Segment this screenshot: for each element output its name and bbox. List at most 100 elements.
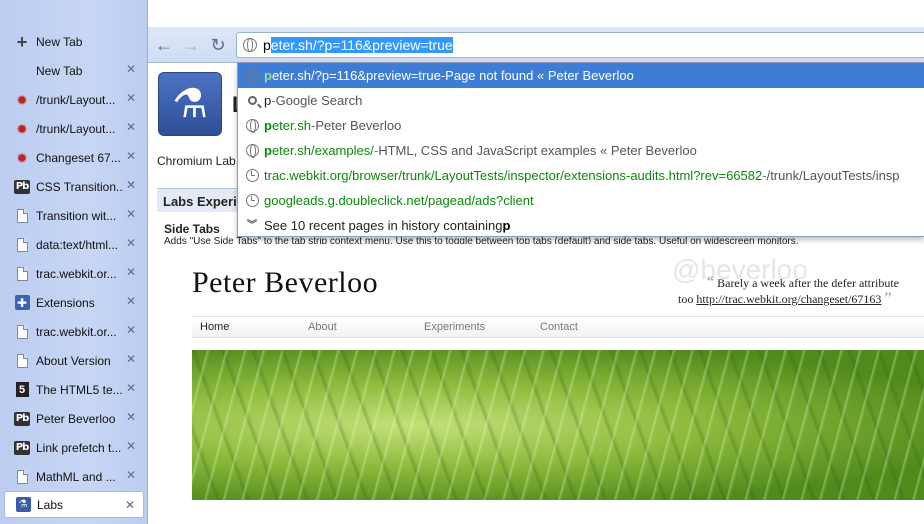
side-tabs-title: Side Tabs <box>164 222 220 236</box>
suggestion-url: peter.sh <box>264 118 311 133</box>
side-tab-label: Link prefetch t... <box>36 440 122 455</box>
suggestion-url: peter.sh/examples/ <box>264 143 374 158</box>
side-tab[interactable]: 5 The HTML5 te... ✕ <box>0 375 148 404</box>
nav-experiments[interactable]: Experiments <box>424 321 485 333</box>
nav-contact[interactable]: Contact <box>540 321 578 333</box>
quote-line-2: too http://trac.webkit.org/changeset/671… <box>678 290 892 308</box>
plus-icon: + <box>16 31 28 52</box>
labs-intro-text: Chromium Lab <box>157 154 236 168</box>
side-tab[interactable]: ✹ Changeset 67... ✕ <box>0 143 148 172</box>
labs-icon: ⚗ <box>15 497 31 512</box>
omnibox[interactable]: peter.sh/?p=116&preview=true <box>236 32 924 58</box>
website-title[interactable]: Peter Beverloo <box>192 266 378 300</box>
back-button[interactable]: ← <box>153 34 175 56</box>
omnibox-suggestions-dropdown: peter.sh/?p=116&preview=true - Page not … <box>237 62 924 237</box>
forward-arrow-icon: → <box>182 35 200 55</box>
close-icon[interactable]: ✕ <box>125 92 137 104</box>
page-icon <box>16 469 28 484</box>
quote-text-1: Barely a week after the defer attribute <box>717 276 900 290</box>
side-tab[interactable]: data:text/html... ✕ <box>0 230 148 259</box>
quote-text-2: too <box>678 292 697 306</box>
pb-favicon-icon: Pb <box>14 411 30 426</box>
close-icon[interactable]: ✕ <box>124 499 136 511</box>
side-tab-label: New Tab <box>36 63 83 78</box>
side-tab[interactable]: trac.webkit.or... ✕ <box>0 259 148 288</box>
side-tab-label: Changeset 67... <box>36 150 121 165</box>
side-tab-label: trac.webkit.or... <box>36 266 117 281</box>
side-tab[interactable]: Pb Link prefetch t... ✕ <box>0 433 148 462</box>
side-tab-label: data:text/html... <box>36 237 119 252</box>
close-icon[interactable]: ✕ <box>125 150 137 162</box>
close-icon[interactable]: ✕ <box>125 295 137 307</box>
bug-icon: ✹ <box>16 120 28 137</box>
side-tab[interactable]: ✚ Extensions ✕ <box>0 288 148 317</box>
suggestion-row[interactable]: trac.webkit.org/browser/trunk/LayoutTest… <box>238 163 924 188</box>
side-tab[interactable]: trac.webkit.or... ✕ <box>0 317 148 346</box>
close-icon[interactable]: ✕ <box>125 121 137 133</box>
side-tab-label: Labs <box>37 497 64 512</box>
side-tab[interactable]: ⚗ Labs ✕ <box>4 491 144 518</box>
side-tab[interactable]: New Tab ✕ <box>0 56 148 85</box>
suggestion-url: p <box>264 93 272 108</box>
website-preview: @beverloo Peter Beverloo “ Barely a week… <box>172 240 924 524</box>
suggestion-row[interactable]: ︾ See 10 recent pages in history containi… <box>238 213 924 238</box>
close-icon[interactable]: ✕ <box>125 382 137 394</box>
close-icon[interactable]: ✕ <box>125 440 137 452</box>
globe-icon <box>245 144 259 158</box>
close-icon[interactable]: ✕ <box>125 353 137 365</box>
extensions-icon: ✚ <box>14 295 30 310</box>
side-tab-label: The HTML5 te... <box>36 382 123 397</box>
history-search-text: See 10 recent pages in history containin… <box>264 218 503 233</box>
suggestion-row[interactable]: googleads.g.doubleclick.net/pagead/ads?c… <box>238 188 924 213</box>
forward-button[interactable]: → <box>180 34 202 56</box>
quote-close-mark: ” <box>884 290 892 307</box>
suggestion-row[interactable]: peter.sh/?p=116&preview=true - Page not … <box>238 63 924 88</box>
close-icon[interactable]: ✕ <box>125 237 137 249</box>
side-tab-label: Peter Beverloo <box>36 411 116 426</box>
html5-icon: 5 <box>15 382 29 397</box>
suggestion-row[interactable]: peter.sh/examples/ - HTML, CSS and JavaS… <box>238 138 924 163</box>
quote-open-mark: “ <box>707 274 715 291</box>
omnibox-text[interactable]: peter.sh/?p=116&preview=true <box>263 37 453 53</box>
close-icon[interactable]: ✕ <box>125 179 137 191</box>
bug-icon: ✹ <box>16 149 28 166</box>
history-clock-icon <box>245 169 259 182</box>
website-nav: Home About Experiments Contact <box>192 316 924 338</box>
suggestion-url: trac.webkit.org/browser/trunk/LayoutTest… <box>264 168 763 183</box>
omnibox-typed-text: p <box>263 37 271 53</box>
tab-list: New Tab ✕ ✹ /trunk/Layout... ✕ ✹ /trunk/Layout… <box>0 56 148 518</box>
side-tab-label: About Version <box>36 353 111 368</box>
reload-button[interactable]: ↻ <box>207 34 229 56</box>
suggestion-row[interactable]: p - Google Search <box>238 88 924 113</box>
labs-flask-icon: ⚗ <box>158 72 222 136</box>
close-icon[interactable]: ✕ <box>125 324 137 336</box>
close-icon[interactable]: ✕ <box>125 411 137 423</box>
side-tab-label: CSS Transition... <box>36 179 124 194</box>
close-icon[interactable]: ✕ <box>125 208 137 220</box>
suggestion-row[interactable]: peter.sh - Peter Beverloo <box>238 113 924 138</box>
side-tab[interactable]: Transition wit... ✕ <box>0 201 148 230</box>
reload-icon: ↻ <box>210 35 226 55</box>
page-icon <box>16 237 28 252</box>
side-tab[interactable]: ✹ /trunk/Layout... ✕ <box>0 85 148 114</box>
side-tab[interactable]: ✹ /trunk/Layout... ✕ <box>0 114 148 143</box>
close-icon[interactable]: ✕ <box>125 266 137 278</box>
close-icon[interactable]: ✕ <box>125 63 137 75</box>
side-tab[interactable]: Pb CSS Transition... ✕ <box>0 172 148 201</box>
quote-link[interactable]: http://trac.webkit.org/changeset/67163 <box>696 292 881 306</box>
globe-icon <box>243 38 257 52</box>
nav-about[interactable]: About <box>308 321 337 333</box>
close-icon[interactable]: ✕ <box>125 469 137 481</box>
search-icon <box>247 96 257 105</box>
side-tab[interactable]: Pb Peter Beverloo ✕ <box>0 404 148 433</box>
pb-favicon-icon: Pb <box>14 179 30 194</box>
nav-home[interactable]: Home <box>200 321 229 333</box>
side-tab[interactable]: MathML and ... ✕ <box>0 462 148 491</box>
side-tab[interactable]: About Version ✕ <box>0 346 148 375</box>
page-icon <box>16 324 28 339</box>
new-tab-button[interactable]: + New Tab <box>0 27 148 56</box>
suggestion-description: /trunk/LayoutTests/insp <box>766 168 900 183</box>
page-icon <box>16 208 28 223</box>
suggestion-description: Peter Beverloo <box>315 118 402 133</box>
toolbar: ← → ↻ peter.sh/?p=116&preview=true <box>148 27 924 63</box>
